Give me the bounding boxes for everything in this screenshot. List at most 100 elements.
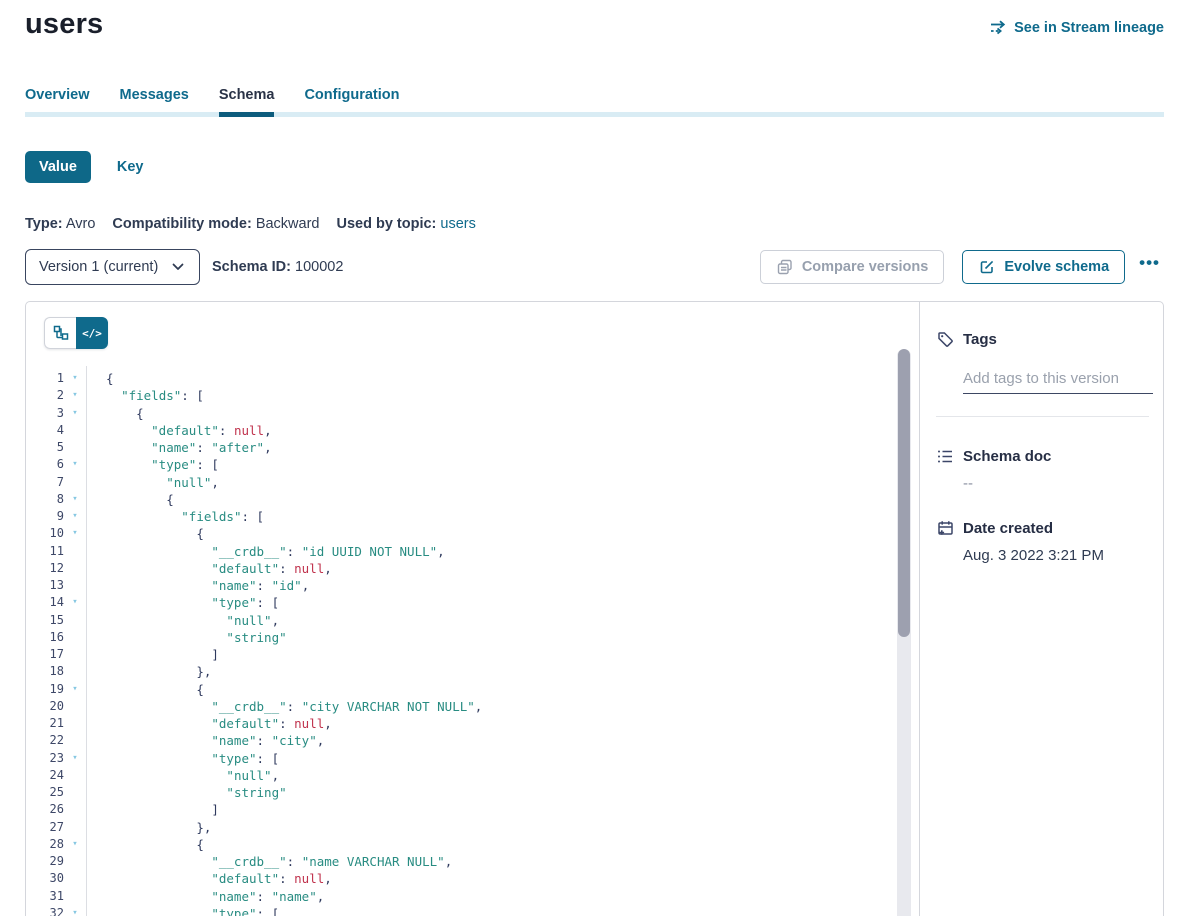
tab-strip [25,112,1164,117]
fold-spacer [64,577,86,594]
line-number: 26 [26,801,64,818]
date-created-heading: Date created [963,520,1053,537]
code-line: 3▾ { [26,405,919,422]
line-number: 10 [26,525,64,542]
line-number: 16 [26,629,64,646]
code-text: "string" [86,629,287,646]
code-text: "__crdb__": "name VARCHAR NULL", [86,853,452,870]
schema-page: users See in Stream lineage Overview Mes… [0,0,1189,916]
code-line: 11 "__crdb__": "id UUID NOT NULL", [26,543,919,560]
fold-toggle-icon[interactable]: ▾ [64,525,86,542]
code-view-button[interactable]: </> [76,317,108,349]
meta-compatibility: Compatibility mode: Backward [112,216,319,232]
fold-toggle-icon[interactable]: ▾ [64,456,86,473]
code-line: 26 ] [26,801,919,818]
compare-versions-button[interactable]: Compare versions [760,250,945,284]
fold-toggle-icon[interactable]: ▾ [64,594,86,611]
fold-toggle-icon[interactable]: ▾ [64,836,86,853]
line-number: 29 [26,853,64,870]
tab-schema[interactable]: Schema [219,87,275,112]
line-number: 12 [26,560,64,577]
fold-toggle-icon[interactable]: ▾ [64,370,86,387]
code-text: "null", [86,474,219,491]
fold-spacer [64,801,86,818]
code-line: 13 "name": "id", [26,577,919,594]
fold-spacer [64,629,86,646]
code-line: 5 "name": "after", [26,439,919,456]
fold-toggle-icon[interactable]: ▾ [64,387,86,404]
fold-spacer [64,784,86,801]
line-number: 24 [26,767,64,784]
code-text: "string" [86,784,287,801]
stream-lineage-label: See in Stream lineage [1014,20,1164,36]
code-line: 4 "default": null, [26,422,919,439]
code-line: 25 "string" [26,784,919,801]
tab-overview[interactable]: Overview [25,87,90,112]
tab-bar: Overview Messages Schema Configuration [25,87,1164,112]
fold-toggle-icon[interactable]: ▾ [64,508,86,525]
topic-link[interactable]: users [440,216,475,232]
tree-view-icon [52,324,70,342]
line-number: 25 [26,784,64,801]
code-text: "__crdb__": "id UUID NOT NULL", [86,543,445,560]
compatibility-label: Compatibility mode: [112,216,251,232]
key-button[interactable]: Key [117,159,144,175]
code-line: 23▾ "type": [ [26,750,919,767]
code-text: }, [86,663,211,680]
line-number: 20 [26,698,64,715]
fold-toggle-icon[interactable]: ▾ [64,491,86,508]
code-text: { [86,491,174,508]
code-text: { [86,525,204,542]
code-text: "default": null, [86,715,332,732]
version-select[interactable]: Version 1 (current) [25,249,200,285]
schema-doc-icon [936,447,954,465]
evolve-schema-button[interactable]: Evolve schema [962,250,1125,284]
fold-toggle-icon[interactable]: ▾ [64,750,86,767]
code-lines: 1▾{2▾ "fields": [3▾ {4 "default": null,5… [26,370,919,916]
editor-scrollbar-thumb[interactable] [898,349,910,637]
fold-toggle-icon[interactable]: ▾ [64,905,86,916]
code-line: 14▾ "type": [ [26,594,919,611]
fold-toggle-icon[interactable]: ▾ [64,681,86,698]
schema-card: </> 1▾{2▾ "fields": [3▾ {4 "default": nu… [25,301,1164,916]
fold-spacer [64,715,86,732]
fold-spacer [64,543,86,560]
compare-versions-icon [776,259,794,275]
code-text: "default": null, [86,560,332,577]
line-number: 13 [26,577,64,594]
line-number: 27 [26,819,64,836]
code-text: "name": "id", [86,577,309,594]
line-number: 4 [26,422,64,439]
schema-sidebar: Tags Schema doc [919,302,1163,916]
fold-toggle-icon[interactable]: ▾ [64,405,86,422]
compatibility-value: Backward [256,216,320,232]
page-title: users [25,8,103,41]
line-number: 18 [26,663,64,680]
fold-spacer [64,698,86,715]
code-line: 18 }, [26,663,919,680]
value-button[interactable]: Value [25,151,91,183]
tab-configuration[interactable]: Configuration [304,87,399,112]
code-text: "null", [86,612,279,629]
tree-view-button[interactable] [44,317,76,349]
schema-id-label: Schema ID: [212,259,291,275]
line-number: 17 [26,646,64,663]
more-actions-button[interactable]: ••• [1135,253,1164,281]
code-text: { [86,370,114,387]
add-tags-input[interactable] [963,370,1153,394]
code-text: "name": "after", [86,439,272,456]
line-number: 21 [26,715,64,732]
schema-doc-heading: Schema doc [963,448,1051,465]
version-select-value: Version 1 (current) [39,259,158,275]
code-line: 32▾ "type": [ [26,905,919,916]
line-number: 9 [26,508,64,525]
fold-spacer [64,612,86,629]
stream-lineage-icon [989,19,1007,37]
tab-messages[interactable]: Messages [120,87,189,112]
code-line: 27 }, [26,819,919,836]
stream-lineage-link[interactable]: See in Stream lineage [989,19,1164,37]
schema-id-value: 100002 [295,259,343,275]
code-text: "null", [86,767,279,784]
line-number: 19 [26,681,64,698]
code-text: { [86,681,204,698]
